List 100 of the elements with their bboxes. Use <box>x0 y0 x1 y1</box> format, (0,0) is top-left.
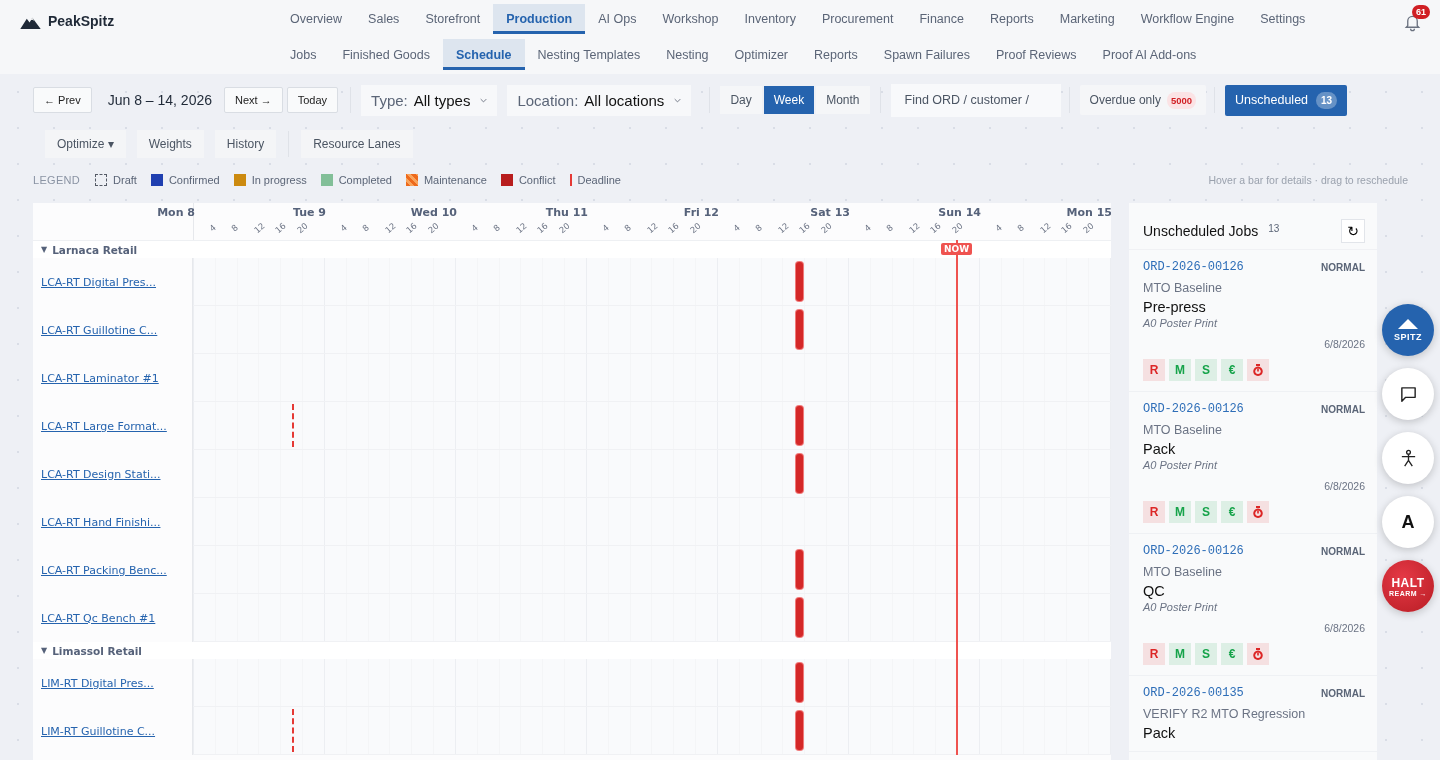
hour-tick: 12 <box>251 220 267 236</box>
hour-tick: 20 <box>688 220 703 236</box>
accessibility-button[interactable] <box>1382 432 1434 484</box>
view-toggle[interactable]: Month <box>816 86 870 114</box>
hour-tick: 4 <box>993 222 1004 234</box>
subnav-tab[interactable]: Nesting Templates <box>524 39 654 70</box>
legend-hint: Hover a bar for details · drag to reschedule <box>1208 174 1408 186</box>
now-badge: NOW <box>941 243 973 255</box>
hour-tick: 4 <box>600 222 611 234</box>
hour-tick: 20 <box>295 220 310 236</box>
subnav-tab[interactable]: Finished Goods <box>329 39 443 70</box>
order-number: ORD-2026-00126 <box>1143 260 1244 274</box>
legend-label: Maintenance <box>423 174 487 186</box>
hour-tick: 8 <box>884 222 895 234</box>
action-button[interactable]: Resource Lanes <box>301 130 413 158</box>
status-badge: S <box>1195 359 1217 381</box>
view-toggle[interactable]: Week <box>763 86 815 114</box>
nav-tab[interactable]: Production <box>493 4 586 34</box>
status-badge: € <box>1221 643 1243 665</box>
hour-tick: 16 <box>797 220 813 236</box>
location-dropdown[interactable]: Location: All locations <box>507 84 692 116</box>
nav-tab[interactable]: Settings <box>1247 4 1319 34</box>
view-toggle[interactable]: Day <box>720 86 762 114</box>
hour-tick: 16 <box>404 220 420 236</box>
subnav-tab[interactable]: Reports <box>801 39 871 70</box>
unscheduled-button[interactable]: Unscheduled 13 <box>1225 84 1348 116</box>
nav-tab[interactable]: Inventory <box>731 4 809 34</box>
legend-label: Draft <box>113 174 137 186</box>
mountain-icon <box>1398 318 1418 329</box>
subnav-tab[interactable]: Proof AI Add-ons <box>1089 39 1210 70</box>
legend-label: Confirmed <box>168 174 220 186</box>
collapse-toggle[interactable]: ▼ <box>41 245 48 254</box>
nav-tab[interactable]: Workshop <box>649 4 732 34</box>
job-card[interactable]: ORD-2026-00126 NORMAL MTO Baseline Pre-press A0 Poster Print 6/8/2026 R M S € <box>1129 250 1377 392</box>
hour-tick: 4 <box>469 222 480 234</box>
day-label: Mon 8 <box>157 206 195 219</box>
job-card[interactable]: ORD-2026-00126 NORMAL MTO Baseline QC A0 Poster Print 6/8/2026 R M S € <box>1129 534 1377 676</box>
subnav-tab[interactable]: Spawn Failures <box>870 39 983 70</box>
action-button[interactable]: History <box>214 130 277 158</box>
step-name: QC <box>1143 583 1166 599</box>
chevron-down-icon <box>480 97 488 103</box>
hour-tick: 12 <box>906 220 922 236</box>
nav-tab[interactable]: Reports <box>976 4 1047 34</box>
hour-tick: 20 <box>426 220 441 236</box>
subnav-tab[interactable]: Jobs <box>277 39 330 70</box>
type-dropdown[interactable]: Type: All types <box>361 84 498 116</box>
overdue-filter-button[interactable]: Overdue only 5000 <box>1079 85 1207 115</box>
prev-button[interactable]: ← Prev <box>33 87 92 113</box>
step-name: Pack <box>1143 441 1177 457</box>
priority-label: NORMAL <box>1321 261 1365 273</box>
conflict-bar[interactable] <box>795 663 803 702</box>
hour-tick: 4 <box>338 222 349 234</box>
job-card[interactable]: ORD-2026-00135 NORMAL VERIFY R2 MTO Regression Pack <box>1129 676 1377 752</box>
conflict-bar[interactable] <box>795 550 803 589</box>
hour-tick: 20 <box>1081 220 1096 236</box>
nav-tab[interactable]: Finance <box>906 4 977 34</box>
action-button[interactable]: Optimize ▾ <box>45 130 126 158</box>
conflict-bar[interactable] <box>795 310 803 349</box>
hour-tick: 12 <box>644 220 660 236</box>
hour-tick: 12 <box>382 220 398 236</box>
status-badge: € <box>1221 501 1243 523</box>
hour-tick: 12 <box>513 220 529 236</box>
customer-name: VERIFY R2 MTO Regression <box>1143 707 1307 721</box>
subnav-tab[interactable]: Nesting <box>653 39 722 70</box>
assistant-button[interactable]: SPITZ <box>1382 304 1434 356</box>
hour-tick: 16 <box>1059 220 1075 236</box>
refresh-button[interactable]: ↻ <box>1341 219 1365 243</box>
subnav-tab[interactable]: Proof Reviews <box>982 39 1090 70</box>
hour-tick: 4 <box>731 222 742 234</box>
conflict-bar[interactable] <box>795 711 803 750</box>
today-button[interactable]: Today <box>286 87 339 113</box>
mountain-logo-icon <box>20 16 41 29</box>
action-button[interactable]: Weights <box>136 130 204 158</box>
collapse-toggle[interactable]: ▼ <box>41 646 48 655</box>
conflict-bar[interactable] <box>795 262 803 301</box>
job-card[interactable]: ORD-2026-00126 NORMAL MTO Baseline Pack A0 Poster Print 6/8/2026 R M S € <box>1129 392 1377 534</box>
hour-tick: 8 <box>491 222 502 234</box>
font-size-button[interactable]: A <box>1382 496 1434 548</box>
conflict-bar[interactable] <box>795 454 803 493</box>
customer-name: MTO Baseline <box>1143 565 1223 579</box>
nav-tab[interactable]: Storefront <box>412 4 494 34</box>
notification-count: 61 <box>1412 5 1430 19</box>
nav-tab[interactable]: Workflow Engine <box>1127 4 1248 34</box>
chat-button[interactable] <box>1382 368 1434 420</box>
order-number: ORD-2026-00126 <box>1143 402 1244 416</box>
nav-tab[interactable]: Marketing <box>1046 4 1128 34</box>
step-name: Pre-press <box>1143 299 1207 315</box>
subnav-tab[interactable]: Optimizer <box>721 39 802 70</box>
nav-tab[interactable]: Sales <box>355 4 413 34</box>
nav-tab[interactable]: Procurement <box>808 4 907 34</box>
conflict-bar[interactable] <box>795 598 803 637</box>
nav-tab[interactable]: Overview <box>277 4 356 34</box>
conflict-bar[interactable] <box>795 406 803 445</box>
next-button[interactable]: Next → <box>224 87 283 113</box>
hour-tick: 20 <box>819 220 834 236</box>
search-field[interactable]: Find ORD / customer / <box>890 83 1061 117</box>
nav-tab[interactable]: AI Ops <box>585 4 650 34</box>
hour-tick: 16 <box>535 220 551 236</box>
status-badge: R <box>1143 643 1165 665</box>
subnav-tab[interactable]: Schedule <box>442 39 525 70</box>
